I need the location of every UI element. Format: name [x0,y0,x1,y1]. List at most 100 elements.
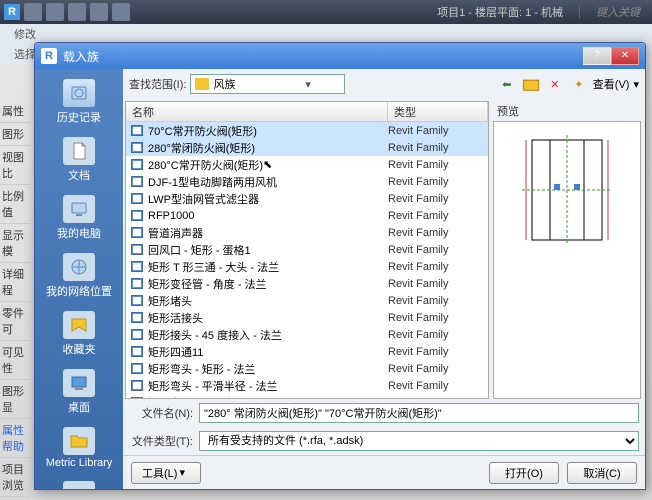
file-row[interactable]: DJF-1型电动脚踏两用风机Revit Family [126,173,488,190]
up-icon[interactable] [521,74,541,94]
place-folder[interactable]: Metric Library [41,423,117,473]
file-name: 矩形 T 形三通 - 大头 - 法兰 [148,259,388,275]
folder-name: 风族 [213,76,276,92]
filetype-label: 文件类型(T): [129,433,193,449]
load-family-dialog: R 载入族 ? ✕ 历史记录文档我的电脑我的网络位置收藏夹桌面 Metric Li… [34,42,646,490]
folder-combo[interactable]: 风族 ▾ [190,74,344,94]
qat-save-icon[interactable] [46,3,64,21]
place-history[interactable]: 历史记录 [41,75,117,129]
filename-input[interactable] [199,403,639,423]
rfa-file-icon [130,193,144,205]
file-row[interactable]: 矩形 T 形三通 - 大头 - 法兰Revit Family [126,258,488,275]
file-row[interactable]: 280°常闭防火阀(矩形)Revit Family [126,139,488,156]
file-type: Revit Family [388,363,484,375]
place-label: 历史记录 [57,109,101,125]
preview-label: 预览 [493,101,641,121]
file-row[interactable]: 管道消声器Revit Family [126,224,488,241]
rfa-file-icon [130,380,144,392]
file-row[interactable]: 70°C常开防火阀(矩形)Revit Family [126,122,488,139]
rfa-file-icon [130,176,144,188]
tab-modify[interactable]: 修改 [8,24,42,44]
scope-label: 查找范围(I): [129,76,186,92]
chevron-down-icon[interactable]: ▾ [277,78,340,91]
file-type: Revit Family [388,261,484,273]
side-item[interactable]: 显示模 [0,224,30,263]
file-type: Revit Family [388,193,484,205]
file-row[interactable]: 矩形变径管 - 角度 - 法兰Revit Family [126,275,488,292]
revit-logo-icon[interactable]: R [4,4,20,20]
place-docs[interactable]: 文档 [41,133,117,187]
help-button[interactable]: ? [583,47,611,65]
file-list[interactable]: 70°C常开防火阀(矩形)Revit Family280°常闭防火阀(矩形)Re… [126,122,488,398]
place-label: 桌面 [68,399,90,415]
file-name: 矩形四通11 [148,344,388,360]
separator [579,5,580,19]
back-icon[interactable]: ⬅ [497,74,517,94]
cancel-button[interactable]: 取消(C) [567,462,637,484]
rfa-file-icon [130,261,144,273]
chevron-down-icon[interactable]: ▾ [633,78,639,91]
side-item[interactable]: 比例值 [0,185,30,224]
dialog-title: 载入族 [63,48,583,65]
project-title: 项目1 - 楼层平面: 1 - 机械 [437,4,563,20]
side-item[interactable]: 图形 [0,123,30,146]
file-row[interactable]: 矩形弯头 - 平滑半径Revit Family [126,394,488,398]
file-row[interactable]: 矩形弯头 - 平滑半径 - 法兰Revit Family [126,377,488,394]
dialog-titlebar[interactable]: R 载入族 ? ✕ [35,43,645,69]
open-button[interactable]: 打开(O) [489,462,559,484]
file-name: 70°C常开防火阀(矩形) [148,123,388,139]
search-hint[interactable]: 键入关键 [596,4,640,20]
rfa-file-icon [130,125,144,137]
side-item[interactable]: 零件可 [0,302,30,341]
qat-print-icon[interactable] [112,3,130,21]
column-type[interactable]: 类型 [388,102,488,121]
file-type: Revit Family [388,278,484,290]
side-item[interactable]: 图形显 [0,380,30,419]
file-row[interactable]: 矩形四通11Revit Family [126,343,488,360]
file-pane: 名称 类型 70°C常开防火阀(矩形)Revit Family280°常闭防火阀… [125,101,489,399]
tools-button[interactable]: 工具(L)▾ [131,462,201,484]
file-row[interactable]: 矩形弯头 - 矩形 - 法兰Revit Family [126,360,488,377]
view-menu[interactable]: 查看(V) [593,76,630,92]
close-button[interactable]: ✕ [611,47,639,65]
file-row[interactable]: 回风口 - 矩形 - 蛋格1Revit Family [126,241,488,258]
side-item[interactable]: 可见性 [0,341,30,380]
place-computer[interactable]: 我的电脑 [41,191,117,245]
file-type: Revit Family [388,125,484,137]
quick-access-toolbar: R 项目1 - 楼层平面: 1 - 机械 键入关键 [0,0,652,24]
place-folder[interactable]: Metric Deta... [41,477,117,489]
new-folder-icon[interactable]: ✦ [569,74,589,94]
file-row[interactable]: LWP型油网管式滤尘器Revit Family [126,190,488,207]
file-type: Revit Family [388,227,484,239]
qat-undo-icon[interactable] [68,3,86,21]
place-desktop[interactable]: 桌面 [41,365,117,419]
file-type: Revit Family [388,346,484,358]
file-row[interactable]: 280°C常开防火阀(矩形)⬉Revit Family [126,156,488,173]
side-item[interactable]: 视图比 [0,146,30,185]
file-row[interactable]: 矩形活接头Revit Family [126,309,488,326]
side-item[interactable]: 属性 [0,100,30,123]
qat-open-icon[interactable] [24,3,42,21]
file-type: Revit Family [388,312,484,324]
file-type: Revit Family [388,210,484,222]
side-item[interactable]: 属性帮助 [0,419,30,458]
rfa-file-icon [130,363,144,375]
qat-redo-icon[interactable] [90,3,108,21]
column-name[interactable]: 名称 [126,102,388,121]
network-icon [63,253,95,281]
file-name: 280°常闭防火阀(矩形) [148,140,388,156]
file-row[interactable]: 矩形堵头Revit Family [126,292,488,309]
file-row[interactable]: RFP1000Revit Family [126,207,488,224]
side-item[interactable]: 项目浏览 [0,458,30,497]
side-item[interactable]: 详细程 [0,263,30,302]
filename-label: 文件名(N): [129,405,193,421]
file-row[interactable]: 矩形接头 - 45 度接入 - 法兰Revit Family [126,326,488,343]
place-favorites[interactable]: 收藏夹 [41,307,117,361]
file-name: DJF-1型电动脚踏两用风机 [148,174,388,190]
favorites-icon [63,311,95,339]
delete-icon[interactable]: ✕ [545,74,565,94]
file-type: Revit Family [388,142,484,154]
place-network[interactable]: 我的网络位置 [41,249,117,303]
file-name: 矩形弯头 - 平滑半径 - 法兰 [148,378,388,394]
filetype-select[interactable]: 所有受支持的文件 (*.rfa, *.adsk) [199,431,639,451]
